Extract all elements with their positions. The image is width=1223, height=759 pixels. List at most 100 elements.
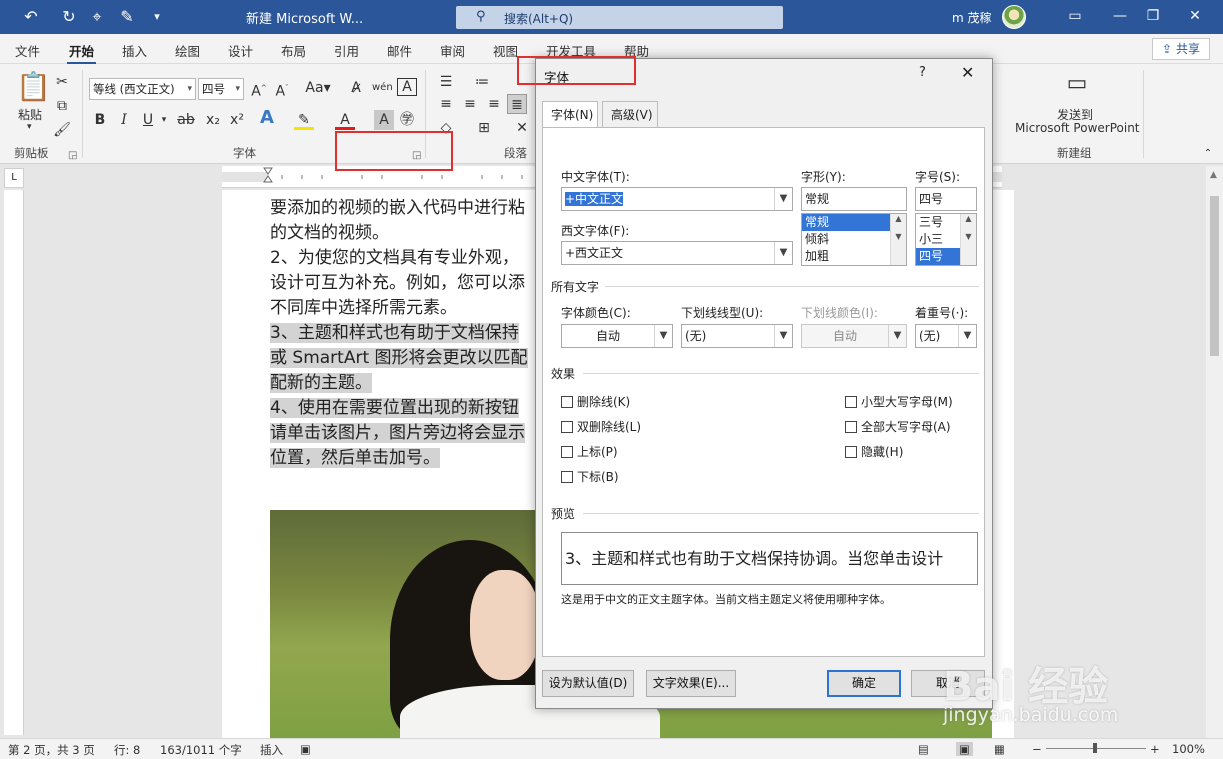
tab-references[interactable]: 引用	[334, 41, 359, 60]
character-border-icon[interactable]: A	[397, 78, 417, 96]
touch-mode-icon[interactable]: ⌖	[86, 6, 108, 28]
avatar[interactable]	[1002, 5, 1026, 29]
chevron-down-icon[interactable]: ▼	[774, 188, 792, 210]
send-to-powerpoint-icon[interactable]: ▭	[1062, 73, 1092, 102]
tab-layout[interactable]: 布局	[281, 41, 306, 60]
font-color-combo[interactable]: 自动 ▼	[561, 324, 673, 348]
tab-font[interactable]: 字体(N)	[542, 101, 598, 128]
tab-view[interactable]: 视图	[493, 41, 518, 60]
align-right-icon[interactable]: ≡	[484, 94, 504, 114]
chevron-down-icon[interactable]: ▼	[774, 325, 792, 347]
double-strikethrough-checkbox[interactable]: 双删除线(L)	[561, 418, 641, 435]
style-input[interactable]: 常规	[801, 187, 907, 211]
checkbox-box[interactable]	[845, 396, 857, 408]
edit-icon[interactable]: ✎	[116, 6, 138, 28]
tab-selector[interactable]: L	[4, 168, 24, 188]
bold-icon[interactable]: B	[90, 110, 110, 130]
align-left-icon[interactable]: ≡	[436, 94, 456, 114]
small-caps-checkbox[interactable]: 小型大写字母(M)	[845, 393, 953, 410]
chevron-down-icon[interactable]: ▼	[774, 242, 792, 264]
underline-dropdown-icon[interactable]: ▾	[154, 110, 174, 130]
help-button[interactable]: ?	[919, 65, 926, 80]
grow-font-icon[interactable]: A^	[249, 78, 269, 100]
user-name[interactable]: m 茂稼	[952, 9, 992, 26]
minimize-button[interactable]: —	[1105, 4, 1135, 28]
checkbox-box[interactable]	[561, 446, 573, 458]
checkbox-box[interactable]	[561, 421, 573, 433]
read-mode-icon[interactable]: ▤	[918, 742, 929, 756]
ribbon-display-icon[interactable]: ▭	[1060, 4, 1090, 28]
vertical-scrollbar[interactable]: ▲	[1206, 166, 1223, 738]
set-default-button[interactable]: 设为默认值(D)	[542, 670, 634, 697]
search-box[interactable]: ⚲ 搜索(Alt+Q)	[456, 6, 783, 29]
align-center-icon[interactable]: ≡	[460, 94, 480, 114]
chevron-down-icon[interactable]: ▼	[654, 325, 672, 347]
text-effects-button[interactable]: 文字效果(E)...	[646, 670, 736, 697]
tab-mailings[interactable]: 邮件	[387, 41, 412, 60]
page-count[interactable]: 第 2 页，共 3 页	[8, 742, 95, 758]
italic-icon[interactable]: I	[114, 110, 134, 130]
borders-icon[interactable]: ⊞	[474, 118, 494, 138]
scroll-thumb[interactable]	[1210, 196, 1219, 356]
strikethrough-icon[interactable]: ab	[176, 110, 196, 130]
customize-qat-icon[interactable]: ▾	[146, 6, 168, 28]
share-button[interactable]: ⇪ 共享	[1152, 38, 1210, 60]
paste-icon[interactable]: 📋	[16, 72, 51, 102]
close-button[interactable]: ✕	[1180, 4, 1210, 28]
collapse-ribbon-icon[interactable]: ⌃	[1198, 144, 1218, 164]
character-shading-icon[interactable]: A	[374, 110, 394, 130]
checkbox-box[interactable]	[845, 421, 857, 433]
style-list[interactable]: 常规 倾斜 加粗 ▲ ▼	[801, 213, 907, 266]
text-effects-icon[interactable]: A	[257, 108, 277, 128]
size-list[interactable]: 三号 小三 四号 ▲ ▼	[915, 213, 977, 266]
document-title[interactable]: 新建 Microsoft W...	[246, 8, 363, 27]
superscript-icon[interactable]: x²	[227, 110, 247, 130]
chinese-layout-icon[interactable]: ✕	[512, 118, 532, 138]
hidden-checkbox[interactable]: 隐藏(H)	[845, 443, 903, 460]
numbering-icon[interactable]: ≔	[472, 72, 492, 92]
macro-record-icon[interactable]: ▣	[300, 742, 311, 756]
paste-dropdown-icon[interactable]: ▾	[27, 122, 32, 132]
redo-icon[interactable]: ↻	[58, 6, 80, 28]
west-font-combo[interactable]: +西文正文 ▼	[561, 241, 793, 265]
chevron-down-icon[interactable]: ▼	[958, 325, 976, 347]
word-count[interactable]: 163/1011 个字	[160, 742, 242, 758]
copy-icon[interactable]: ⧉	[52, 96, 72, 116]
highlight-icon[interactable]: ✎	[294, 110, 314, 130]
ok-button[interactable]: 确定	[827, 670, 901, 697]
size-list-scrollbar[interactable]: ▲ ▼	[960, 214, 976, 265]
undo-icon[interactable]: ↶	[20, 6, 42, 28]
checkbox-box[interactable]	[561, 396, 573, 408]
shrink-font-icon[interactable]: Aˇ	[272, 78, 292, 100]
phonetic-guide-icon[interactable]: wén	[372, 78, 393, 98]
bullets-icon[interactable]: ☰	[436, 72, 456, 92]
tab-file[interactable]: 文件	[15, 41, 40, 60]
font-name-combo[interactable]: 等线 (西文正文) ▾	[89, 78, 196, 100]
underline-combo[interactable]: (无) ▼	[681, 324, 793, 348]
clear-formatting-icon[interactable]: A̷	[346, 78, 366, 98]
send-to-app-label[interactable]: Microsoft PowerPoint	[1015, 121, 1140, 135]
checkbox-box[interactable]	[561, 471, 573, 483]
restore-button[interactable]: ❐	[1138, 4, 1168, 28]
font-color-icon[interactable]: A	[335, 110, 355, 130]
subscript-checkbox[interactable]: 下标(B)	[561, 468, 619, 485]
superscript-checkbox[interactable]: 上标(P)	[561, 443, 618, 460]
tab-review[interactable]: 审阅	[440, 41, 465, 60]
insert-mode[interactable]: 插入	[260, 742, 283, 758]
dialog-close-button[interactable]: ✕	[961, 63, 974, 82]
cut-icon[interactable]: ✂	[52, 72, 72, 92]
tab-home[interactable]: 开始	[66, 41, 97, 65]
emphasis-combo[interactable]: (无) ▼	[915, 324, 977, 348]
tab-draw[interactable]: 绘图	[175, 41, 200, 60]
tab-insert[interactable]: 插入	[122, 41, 147, 60]
all-caps-checkbox[interactable]: 全部大写字母(A)	[845, 418, 951, 435]
size-input[interactable]: 四号	[915, 187, 977, 211]
scroll-up-icon[interactable]: ▲	[1210, 170, 1217, 180]
subscript-icon[interactable]: x₂	[203, 110, 223, 130]
enclose-characters-icon[interactable]: ㊫	[397, 110, 417, 130]
clipboard-launcher-icon[interactable]: ◲	[68, 150, 77, 161]
checkbox-box[interactable]	[845, 446, 857, 458]
paste-label[interactable]: 粘贴	[18, 106, 42, 123]
tab-advanced[interactable]: 高级(V)	[602, 101, 658, 127]
change-case-icon[interactable]: Aa▾	[303, 78, 333, 98]
